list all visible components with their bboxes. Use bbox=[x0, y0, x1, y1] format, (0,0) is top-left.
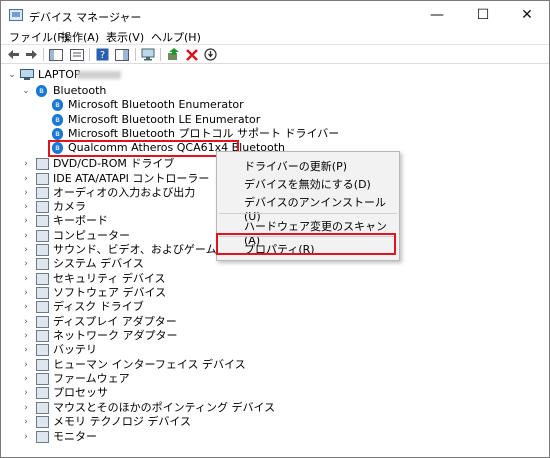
redacted-computer-name bbox=[77, 71, 121, 79]
tree-category[interactable]: › プロセッサ bbox=[1, 385, 241, 401]
back-arrow-icon[interactable] bbox=[5, 47, 21, 62]
firmware-icon bbox=[36, 373, 49, 385]
menu-update-driver[interactable]: ドライバーの更新(P) bbox=[244, 158, 347, 174]
menu-bar: ファイル(F) 操作(A) 表示(V) ヘルプ(H) bbox=[1, 29, 549, 45]
display-adapter-icon bbox=[36, 316, 49, 328]
category-label: ディスク ドライブ bbox=[53, 300, 144, 313]
computer-icon bbox=[20, 69, 34, 81]
memory-device-icon bbox=[36, 416, 49, 428]
collapse-arrow-icon[interactable]: ⌄ bbox=[7, 67, 17, 83]
tree-category[interactable]: › システム デバイス bbox=[1, 256, 211, 272]
toolbar: ? bbox=[1, 44, 549, 64]
expand-arrow-icon[interactable]: › bbox=[21, 156, 31, 172]
device-manager-window: デバイス マネージャー — ☐ ✕ ファイル(F) 操作(A) 表示(V) ヘル… bbox=[0, 0, 550, 458]
battery-icon bbox=[36, 344, 49, 356]
toolbar-separator bbox=[160, 48, 161, 61]
menu-disable-device[interactable]: デバイスを無効にする(D) bbox=[244, 176, 371, 192]
window-title: デバイス マネージャー bbox=[29, 11, 142, 24]
audio-io-icon bbox=[36, 187, 49, 199]
security-device-icon bbox=[36, 273, 49, 285]
menu-help[interactable]: ヘルプ(H) bbox=[151, 29, 201, 45]
processor-icon bbox=[36, 387, 49, 399]
menu-view[interactable]: 表示(V) bbox=[106, 29, 144, 45]
toolbar-separator bbox=[89, 48, 90, 61]
system-device-icon bbox=[36, 258, 49, 270]
network-adapter-icon bbox=[36, 330, 49, 342]
tree-category[interactable]: › メモリ テクノロジ デバイス bbox=[1, 414, 241, 430]
context-menu: ドライバーの更新(P) デバイスを無効にする(D) デバイスのアンインストール(… bbox=[216, 151, 400, 261]
tree-item-bt-enumerator[interactable]: ʙ Microsoft Bluetooth Enumerator bbox=[1, 97, 301, 113]
properties-sheet-icon[interactable] bbox=[69, 47, 85, 62]
ide-controller-icon bbox=[36, 173, 49, 185]
update-driver-icon[interactable] bbox=[166, 47, 182, 62]
menu-separator bbox=[219, 213, 397, 214]
category-label: DVD/CD-ROM ドライブ bbox=[53, 157, 175, 170]
show-hide-console-tree-icon[interactable] bbox=[48, 47, 64, 62]
disk-drive-icon bbox=[36, 301, 49, 313]
tree-category[interactable]: › DVD/CD-ROM ドライブ bbox=[1, 156, 241, 172]
expand-arrow-icon[interactable]: › bbox=[21, 414, 31, 430]
maximize-button[interactable]: ☐ bbox=[461, 1, 505, 31]
help-icon[interactable]: ? bbox=[94, 47, 110, 62]
tree-root[interactable]: ⌄ LAPTOP- bbox=[1, 67, 301, 83]
svg-text:?: ? bbox=[99, 50, 104, 61]
camera-icon bbox=[36, 201, 49, 213]
selection-highlight-box bbox=[48, 140, 239, 157]
tree-category[interactable]: › モニター bbox=[1, 429, 241, 445]
category-label: システム デバイス bbox=[53, 257, 144, 270]
bluetooth-icon: ʙ bbox=[52, 114, 63, 126]
disable-device-icon[interactable] bbox=[202, 47, 218, 62]
menu-action[interactable]: 操作(A) bbox=[61, 29, 99, 45]
uninstall-device-icon[interactable] bbox=[184, 47, 200, 62]
close-button[interactable]: ✕ bbox=[505, 1, 549, 31]
minimize-button[interactable]: — bbox=[415, 1, 459, 31]
menu-file[interactable]: ファイル(F) bbox=[9, 29, 68, 45]
category-label: モニター bbox=[53, 430, 97, 443]
action-pane-icon[interactable] bbox=[114, 47, 130, 62]
expand-arrow-icon[interactable]: › bbox=[21, 299, 31, 315]
category-label: キーボード bbox=[53, 214, 108, 227]
category-label: プロセッサ bbox=[53, 386, 108, 399]
dvd-drive-icon bbox=[36, 158, 49, 170]
properties-highlight-box bbox=[216, 233, 396, 255]
toolbar-separator bbox=[43, 48, 44, 61]
hid-icon bbox=[36, 359, 49, 371]
device-manager-icon bbox=[9, 9, 23, 21]
expand-arrow-icon[interactable]: › bbox=[21, 342, 31, 358]
device-label: Microsoft Bluetooth Enumerator bbox=[68, 98, 244, 111]
expand-arrow-icon[interactable]: › bbox=[21, 256, 31, 272]
expand-arrow-icon[interactable]: › bbox=[21, 385, 31, 401]
tree-category[interactable]: › キーボード bbox=[1, 213, 211, 229]
tree-category[interactable]: › ディスク ドライブ bbox=[1, 299, 241, 315]
expand-arrow-icon[interactable]: › bbox=[21, 213, 31, 229]
device-tree: ⌄ LAPTOP- ⌄ ʙ Bluetooth ʙ Microsoft Blue… bbox=[1, 65, 549, 457]
category-label: バッテリ bbox=[53, 343, 97, 356]
mouse-icon bbox=[36, 402, 49, 414]
bluetooth-icon: ʙ bbox=[36, 85, 47, 97]
title-bar[interactable]: デバイス マネージャー — ☐ ✕ bbox=[1, 1, 549, 31]
monitor-icon bbox=[36, 431, 49, 443]
category-label: メモリ テクノロジ デバイス bbox=[53, 415, 192, 428]
bluetooth-icon: ʙ bbox=[52, 99, 63, 111]
toolbar-separator bbox=[135, 48, 136, 61]
software-device-icon bbox=[36, 287, 49, 299]
sound-icon bbox=[36, 244, 49, 256]
forward-arrow-icon[interactable] bbox=[23, 47, 39, 62]
bluetooth-icon: ʙ bbox=[52, 128, 63, 140]
scan-hardware-icon[interactable] bbox=[140, 47, 156, 62]
keyboard-icon bbox=[36, 215, 49, 227]
tree-category[interactable]: › バッテリ bbox=[1, 342, 241, 358]
computer-icon bbox=[36, 230, 49, 242]
expand-arrow-icon[interactable]: › bbox=[21, 429, 31, 445]
